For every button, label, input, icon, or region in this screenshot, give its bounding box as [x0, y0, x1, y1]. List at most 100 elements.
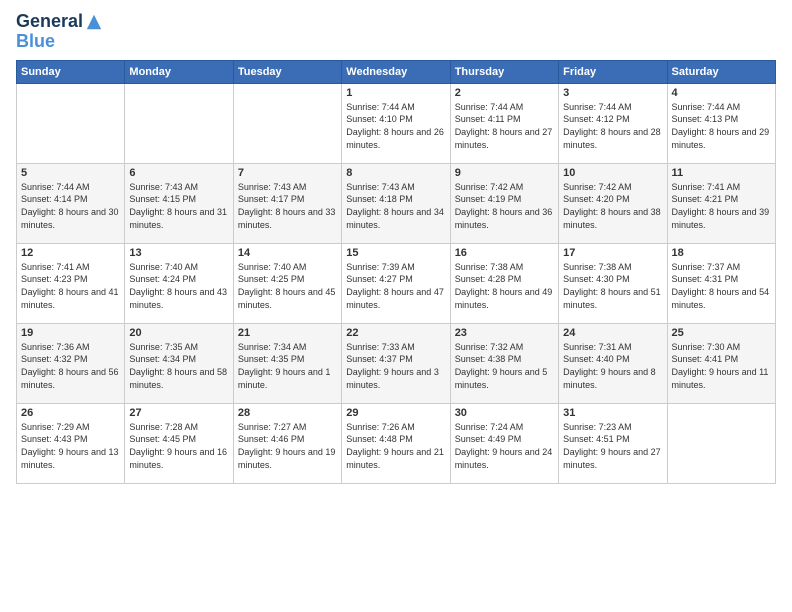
day-info: Sunrise: 7:33 AM Sunset: 4:37 PM Dayligh… [346, 341, 445, 391]
day-number: 4 [672, 87, 771, 99]
day-number: 29 [346, 407, 445, 419]
calendar-cell: 24 Sunrise: 7:31 AM Sunset: 4:40 PM Dayli… [559, 323, 667, 403]
calendar-cell: 31 Sunrise: 7:23 AM Sunset: 4:51 PM Dayli… [559, 403, 667, 483]
day-number: 24 [563, 327, 662, 339]
day-number: 30 [455, 407, 554, 419]
day-info: Sunrise: 7:41 AM Sunset: 4:21 PM Dayligh… [672, 181, 771, 231]
day-number: 6 [129, 167, 228, 179]
day-info: Sunrise: 7:43 AM Sunset: 4:15 PM Dayligh… [129, 181, 228, 231]
calendar-cell: 27 Sunrise: 7:28 AM Sunset: 4:45 PM Dayli… [125, 403, 233, 483]
day-info: Sunrise: 7:43 AM Sunset: 4:18 PM Dayligh… [346, 181, 445, 231]
day-info: Sunrise: 7:42 AM Sunset: 4:20 PM Dayligh… [563, 181, 662, 231]
day-number: 11 [672, 167, 771, 179]
day-number: 16 [455, 247, 554, 259]
calendar-cell: 25 Sunrise: 7:30 AM Sunset: 4:41 PM Dayli… [667, 323, 775, 403]
week-row-3: 12Sunrise: 7:41 AM Sunset: 4:23 PM Dayli… [17, 243, 776, 323]
weekday-header-tuesday: Tuesday [233, 60, 341, 83]
day-number: 2 [455, 87, 554, 99]
calendar-cell: 13Sunrise: 7:40 AM Sunset: 4:24 PM Dayli… [125, 243, 233, 323]
calendar-cell: 7Sunrise: 7:43 AM Sunset: 4:17 PM Daylig… [233, 163, 341, 243]
calendar-cell: 6 Sunrise: 7:43 AM Sunset: 4:15 PM Daylig… [125, 163, 233, 243]
day-number: 23 [455, 327, 554, 339]
weekday-header-monday: Monday [125, 60, 233, 83]
day-info: Sunrise: 7:35 AM Sunset: 4:34 PM Dayligh… [129, 341, 228, 391]
calendar-cell: 4 Sunrise: 7:44 AM Sunset: 4:13 PM Daylig… [667, 83, 775, 163]
day-number: 26 [21, 407, 120, 419]
day-info: Sunrise: 7:27 AM Sunset: 4:46 PM Dayligh… [238, 421, 337, 471]
calendar-cell: 11 Sunrise: 7:41 AM Sunset: 4:21 PM Dayli… [667, 163, 775, 243]
day-number: 20 [129, 327, 228, 339]
calendar-cell: 17 Sunrise: 7:38 AM Sunset: 4:30 PM Dayli… [559, 243, 667, 323]
calendar-cell: 26 Sunrise: 7:29 AM Sunset: 4:43 PM Dayli… [17, 403, 125, 483]
day-number: 28 [238, 407, 337, 419]
calendar-cell [17, 83, 125, 163]
calendar-cell: 12Sunrise: 7:41 AM Sunset: 4:23 PM Dayli… [17, 243, 125, 323]
calendar-cell: 30 Sunrise: 7:24 AM Sunset: 4:49 PM Dayli… [450, 403, 558, 483]
day-info: Sunrise: 7:38 AM Sunset: 4:28 PM Dayligh… [455, 261, 554, 311]
day-info: Sunrise: 7:40 AM Sunset: 4:24 PM Dayligh… [129, 261, 228, 311]
calendar-cell: 1 Sunrise: 7:44 AM Sunset: 4:10 PM Daylig… [342, 83, 450, 163]
day-number: 18 [672, 247, 771, 259]
day-number: 7 [238, 167, 337, 179]
day-info: Sunrise: 7:23 AM Sunset: 4:51 PM Dayligh… [563, 421, 662, 471]
logo: General Blue [16, 12, 103, 52]
logo-icon [85, 13, 103, 31]
day-info: Sunrise: 7:34 AM Sunset: 4:35 PM Dayligh… [238, 341, 337, 391]
day-number: 31 [563, 407, 662, 419]
calendar-cell: 15 Sunrise: 7:39 AM Sunset: 4:27 PM Dayli… [342, 243, 450, 323]
day-number: 22 [346, 327, 445, 339]
calendar-cell [667, 403, 775, 483]
weekday-header-friday: Friday [559, 60, 667, 83]
day-number: 5 [21, 167, 120, 179]
weekday-header-saturday: Saturday [667, 60, 775, 83]
day-info: Sunrise: 7:29 AM Sunset: 4:43 PM Dayligh… [21, 421, 120, 471]
calendar-cell: 20 Sunrise: 7:35 AM Sunset: 4:34 PM Dayli… [125, 323, 233, 403]
day-number: 17 [563, 247, 662, 259]
weekday-header-row: SundayMondayTuesdayWednesdayThursdayFrid… [17, 60, 776, 83]
calendar-table: SundayMondayTuesdayWednesdayThursdayFrid… [16, 60, 776, 484]
logo-text-general: General [16, 12, 83, 32]
day-info: Sunrise: 7:41 AM Sunset: 4:23 PM Dayligh… [21, 261, 120, 311]
weekday-header-wednesday: Wednesday [342, 60, 450, 83]
day-number: 25 [672, 327, 771, 339]
week-row-1: 1 Sunrise: 7:44 AM Sunset: 4:10 PM Daylig… [17, 83, 776, 163]
day-number: 1 [346, 87, 445, 99]
day-info: Sunrise: 7:24 AM Sunset: 4:49 PM Dayligh… [455, 421, 554, 471]
day-info: Sunrise: 7:44 AM Sunset: 4:10 PM Dayligh… [346, 101, 445, 151]
day-number: 10 [563, 167, 662, 179]
calendar-cell: 3 Sunrise: 7:44 AM Sunset: 4:12 PM Daylig… [559, 83, 667, 163]
calendar-cell: 28 Sunrise: 7:27 AM Sunset: 4:46 PM Dayli… [233, 403, 341, 483]
day-info: Sunrise: 7:30 AM Sunset: 4:41 PM Dayligh… [672, 341, 771, 391]
calendar-cell: 21 Sunrise: 7:34 AM Sunset: 4:35 PM Dayli… [233, 323, 341, 403]
day-info: Sunrise: 7:28 AM Sunset: 4:45 PM Dayligh… [129, 421, 228, 471]
day-info: Sunrise: 7:38 AM Sunset: 4:30 PM Dayligh… [563, 261, 662, 311]
day-info: Sunrise: 7:40 AM Sunset: 4:25 PM Dayligh… [238, 261, 337, 311]
day-info: Sunrise: 7:31 AM Sunset: 4:40 PM Dayligh… [563, 341, 662, 391]
day-number: 21 [238, 327, 337, 339]
calendar-cell: 9Sunrise: 7:42 AM Sunset: 4:19 PM Daylig… [450, 163, 558, 243]
day-number: 15 [346, 247, 445, 259]
day-number: 9 [455, 167, 554, 179]
calendar-cell: 19Sunrise: 7:36 AM Sunset: 4:32 PM Dayli… [17, 323, 125, 403]
page-container: General Blue SundayMondayTuesdayWednesda… [0, 0, 792, 492]
logo-text-blue: Blue [16, 31, 55, 51]
day-number: 8 [346, 167, 445, 179]
day-info: Sunrise: 7:44 AM Sunset: 4:14 PM Dayligh… [21, 181, 120, 231]
weekday-header-sunday: Sunday [17, 60, 125, 83]
calendar-cell [125, 83, 233, 163]
day-info: Sunrise: 7:44 AM Sunset: 4:11 PM Dayligh… [455, 101, 554, 151]
day-number: 27 [129, 407, 228, 419]
week-row-4: 19Sunrise: 7:36 AM Sunset: 4:32 PM Dayli… [17, 323, 776, 403]
day-number: 3 [563, 87, 662, 99]
calendar-cell: 2 Sunrise: 7:44 AM Sunset: 4:11 PM Daylig… [450, 83, 558, 163]
day-info: Sunrise: 7:37 AM Sunset: 4:31 PM Dayligh… [672, 261, 771, 311]
day-number: 14 [238, 247, 337, 259]
calendar-cell: 10 Sunrise: 7:42 AM Sunset: 4:20 PM Dayli… [559, 163, 667, 243]
day-info: Sunrise: 7:39 AM Sunset: 4:27 PM Dayligh… [346, 261, 445, 311]
day-info: Sunrise: 7:36 AM Sunset: 4:32 PM Dayligh… [21, 341, 120, 391]
day-info: Sunrise: 7:32 AM Sunset: 4:38 PM Dayligh… [455, 341, 554, 391]
calendar-cell [233, 83, 341, 163]
day-info: Sunrise: 7:44 AM Sunset: 4:13 PM Dayligh… [672, 101, 771, 151]
day-info: Sunrise: 7:44 AM Sunset: 4:12 PM Dayligh… [563, 101, 662, 151]
calendar-cell: 29Sunrise: 7:26 AM Sunset: 4:48 PM Dayli… [342, 403, 450, 483]
